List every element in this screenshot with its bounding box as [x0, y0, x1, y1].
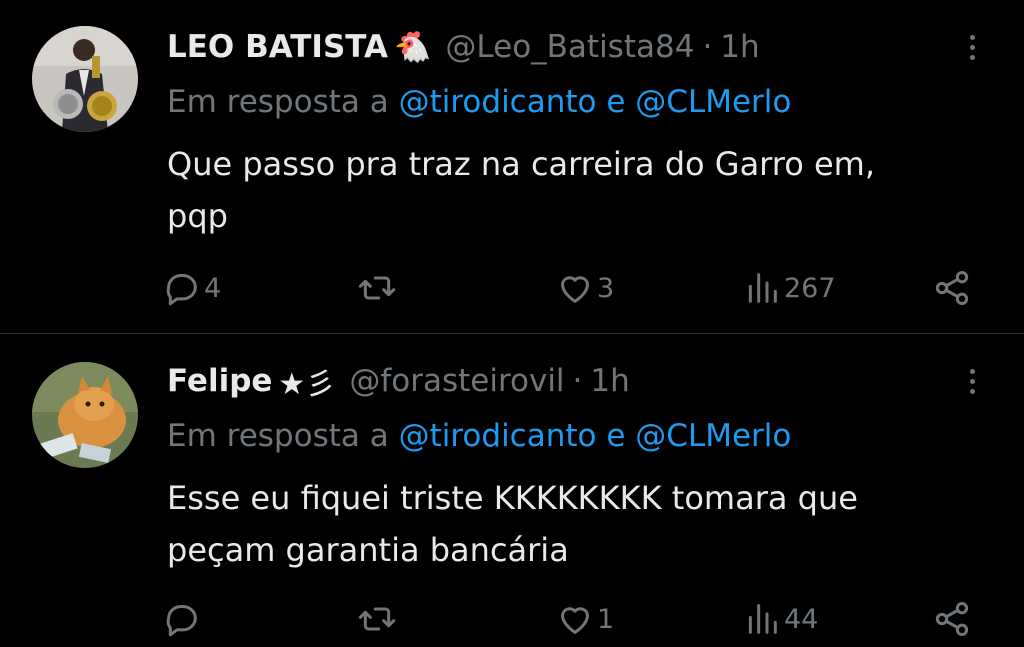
views-button[interactable]: 267 — [742, 265, 836, 311]
retweet-icon — [358, 607, 396, 631]
action-bar: 4 3 267 — [162, 265, 982, 311]
reply-icon — [166, 605, 197, 637]
tweet[interactable]: LEO BATISTA 🐔 @Leo_Batista84 · 1h Em res… — [0, 0, 1024, 333]
tweet-header: LEO BATISTA 🐔 @Leo_Batista84 · 1h — [167, 25, 944, 69]
reply-context: Em resposta a @tirodicanto e @CLMerlo — [167, 80, 984, 124]
tweet[interactable]: Felipe ★彡 @forasteirovil · 1h Em respost… — [0, 334, 1024, 647]
tweet-text: Que passo pra traz na carreira do Garro … — [167, 138, 987, 242]
name-emoji: 🐔 — [394, 29, 432, 65]
like-count: 1 — [597, 603, 615, 635]
mention-link[interactable]: @tirodicanto — [399, 418, 597, 454]
reply-button[interactable] — [162, 596, 204, 642]
more-icon[interactable] — [960, 359, 984, 403]
like-button[interactable]: 3 — [555, 265, 614, 311]
action-bar: 1 44 — [162, 596, 982, 642]
user-handle[interactable]: @forasteirovil — [349, 363, 564, 399]
name-symbols: ★彡 — [278, 367, 336, 402]
user-handle[interactable]: @Leo_Batista84 — [445, 29, 694, 65]
avatar[interactable] — [32, 26, 138, 132]
share-button[interactable] — [932, 596, 972, 642]
heart-icon — [561, 276, 589, 303]
views-button[interactable]: 44 — [742, 596, 818, 642]
tweet-text-line: peçam garantia bancária — [167, 531, 569, 569]
share-icon — [935, 602, 969, 636]
tweet-header: Felipe ★彡 @forasteirovil · 1h — [167, 359, 944, 403]
more-icon[interactable] — [960, 25, 984, 69]
reply-conjunction: e — [606, 418, 626, 454]
timestamp[interactable]: 1h — [590, 363, 629, 399]
like-count: 3 — [597, 272, 615, 304]
reply-button[interactable]: 4 — [162, 265, 221, 311]
views-icon — [748, 604, 777, 634]
reply-conjunction: e — [606, 84, 626, 120]
retweet-button[interactable] — [357, 596, 399, 642]
share-icon — [935, 271, 969, 305]
mention-link[interactable]: @tirodicanto — [399, 84, 597, 120]
like-button[interactable]: 1 — [555, 596, 614, 642]
mention-link[interactable]: @CLMerlo — [635, 84, 791, 120]
reply-count: 4 — [204, 272, 222, 304]
tweet-text: Esse eu fiquei triste KKKKKKKK tomara qu… — [167, 472, 987, 576]
reply-context: Em resposta a @tirodicanto e @CLMerlo — [167, 414, 984, 458]
tweet-text-line: Esse eu fiquei triste KKKKKKKK tomara qu… — [167, 479, 858, 517]
view-count: 267 — [784, 272, 836, 304]
reply-prefix: Em resposta a — [167, 84, 389, 120]
heart-icon — [561, 607, 589, 634]
display-name[interactable]: Felipe — [167, 363, 272, 399]
share-button[interactable] — [932, 265, 972, 311]
display-name[interactable]: LEO BATISTA — [167, 29, 388, 65]
reply-prefix: Em resposta a — [167, 418, 389, 454]
separator: · — [572, 363, 583, 399]
retweet-button[interactable] — [357, 265, 399, 311]
avatar[interactable] — [32, 362, 138, 468]
separator: · — [702, 29, 713, 65]
timestamp[interactable]: 1h — [720, 29, 759, 65]
tweet-text-line: Que passo pra traz na carreira do Garro … — [167, 145, 875, 183]
view-count: 44 — [784, 603, 819, 635]
tweet-text-line: pqp — [167, 197, 228, 235]
retweet-icon — [358, 276, 396, 300]
mention-link[interactable]: @CLMerlo — [635, 418, 791, 454]
reply-icon — [166, 274, 197, 306]
views-icon — [748, 273, 777, 303]
